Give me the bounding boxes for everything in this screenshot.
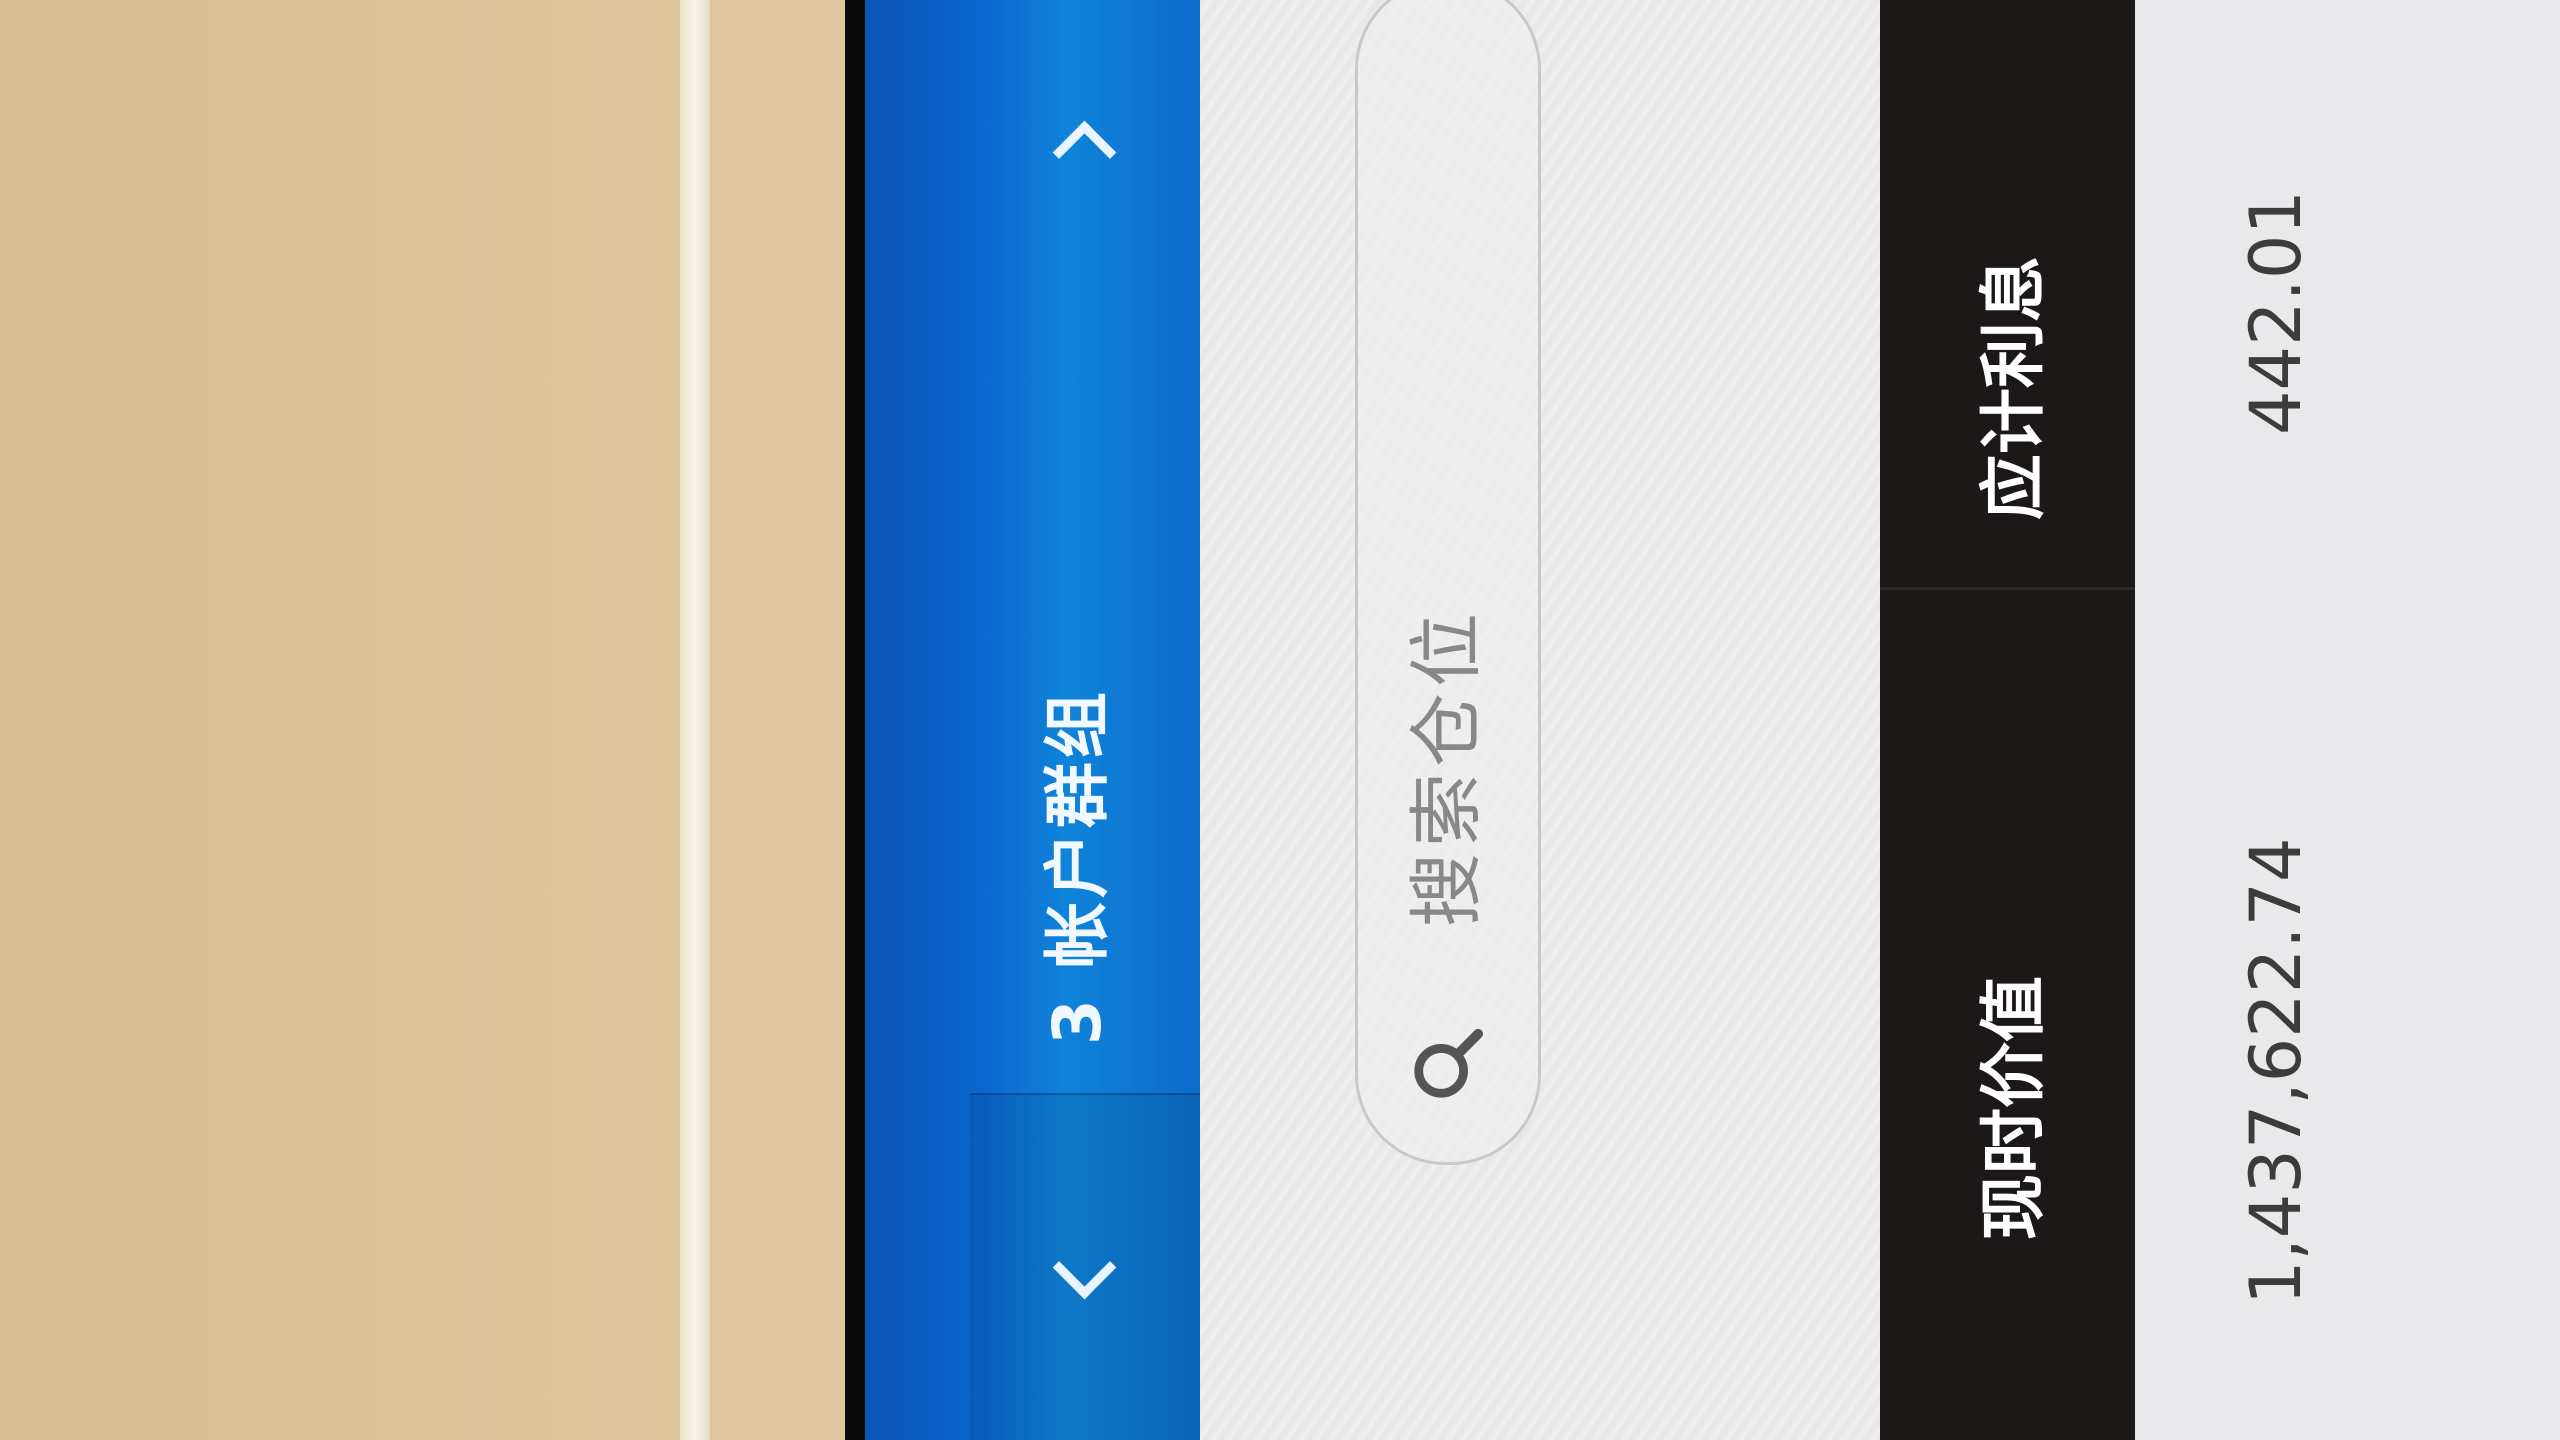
cell-accrued-interest: 442.01 [2235,190,2317,435]
chevron-right-icon[interactable] [1052,120,1117,185]
device-frame-edge [680,0,710,1440]
column-header-current-value[interactable]: 现时价值 [1960,976,2056,1240]
photo-scene: 3 帐户群组 搜索仓位 现时价值 应计利息 1,437,622.74 442.0… [0,0,2560,1440]
search-icon [1414,1028,1484,1098]
table-header: 现时价值 应计利息 [1880,0,2135,1440]
previous-group-button[interactable] [970,1093,1200,1440]
account-group-title[interactable]: 3 帐户群组 [1028,688,1128,1045]
top-bar: 3 帐户群组 [865,0,1200,1440]
app-screen: 3 帐户群组 搜索仓位 现时价值 应计利息 1,437,622.74 442.0… [865,0,2560,1440]
column-header-accrued-interest[interactable]: 应计利息 [1960,256,2056,520]
column-divider [1880,587,2135,590]
positions-panel: 搜索仓位 现时价值 应计利息 1,437,622.74 442.01 [1200,0,2560,1440]
cell-current-value: 1,437,622.74 [2235,837,2317,1305]
chevron-left-icon [1052,1235,1117,1300]
table-row[interactable]: 1,437,622.74 442.01 [2135,0,2560,1440]
search-input[interactable]: 搜索仓位 [1355,0,1541,1165]
device-bezel [845,0,865,1440]
search-placeholder: 搜索仓位 [1404,607,1490,927]
account-group-nav: 3 帐户群组 [970,0,1200,1440]
